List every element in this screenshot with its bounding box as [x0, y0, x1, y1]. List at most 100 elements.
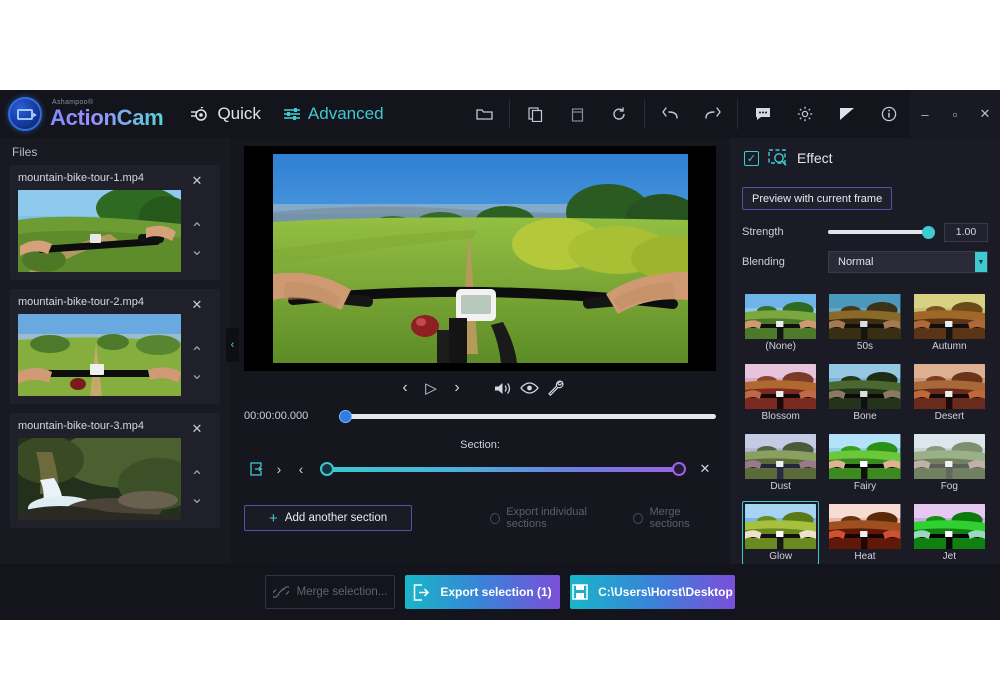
undo-icon[interactable] [654, 98, 686, 130]
move-up-icon[interactable]: ⌃ [190, 343, 203, 363]
redo-icon[interactable] [696, 98, 728, 130]
section-row: › ‹ ✕ [244, 457, 716, 481]
maximize-button[interactable]: ▫ [940, 90, 970, 138]
effect-item-heat[interactable]: Heat [826, 501, 903, 564]
reorder-file-controls[interactable]: ⌃ ⌄ [190, 467, 203, 508]
title-bar: Ashampoo® ActionCam Quick Advanced – ▫ ✕ [0, 90, 1000, 138]
section-start-handle[interactable] [320, 462, 334, 476]
effect-item-blossom[interactable]: Blossom [742, 361, 819, 425]
effect-label: Heat [854, 551, 876, 562]
section-prev-icon[interactable]: ‹ [290, 461, 312, 477]
effect-panel: ✓ Effect Preview with current frame Stre… [730, 138, 1000, 564]
export-icon [414, 583, 430, 601]
next-frame-button[interactable]: › [444, 375, 470, 401]
files-panel-title: Files [12, 145, 38, 159]
save-icon [572, 584, 588, 600]
video-preview[interactable] [244, 146, 716, 371]
contrast-icon[interactable] [831, 98, 863, 130]
sliders-icon [283, 108, 300, 120]
tools-button[interactable] [542, 375, 568, 401]
move-up-icon[interactable]: ⌃ [190, 467, 203, 487]
reorder-file-controls[interactable]: ⌃ ⌄ [190, 219, 203, 260]
close-button[interactable]: ✕ [970, 90, 1000, 138]
effect-thumbnail [913, 434, 985, 479]
option-merge-sections[interactable]: Merge sections [633, 506, 716, 530]
effect-label: Jet [942, 551, 956, 562]
merge-selection-button[interactable]: Merge selection... [265, 575, 395, 609]
preview-frame [272, 154, 688, 363]
section-end-handle[interactable] [672, 462, 686, 476]
reset-icon[interactable] [603, 98, 635, 130]
section-next-icon[interactable]: › [268, 461, 290, 477]
move-down-icon[interactable]: ⌄ [190, 240, 203, 260]
remove-file-button[interactable]: ✕ [192, 298, 203, 311]
effect-item-fairy[interactable]: Fairy [826, 431, 903, 495]
list-item[interactable]: mountain-bike-tour-1.mp4 ✕ ⌃ ⌄ [10, 165, 220, 280]
effect-item-fog[interactable]: Fog [911, 431, 988, 495]
export-selection-button[interactable]: Export selection (1) [405, 575, 560, 609]
chevron-down-icon[interactable]: ▼ [975, 252, 987, 272]
preview-eye-button[interactable] [516, 375, 542, 401]
seek-slider[interactable] [339, 407, 716, 425]
delete-icon[interactable] [561, 98, 593, 130]
effect-preview-icon [768, 149, 787, 166]
blending-row: Blending Normal ▼ [742, 251, 988, 273]
strength-value[interactable]: 1.00 [944, 222, 988, 242]
volume-button[interactable] [490, 375, 516, 401]
list-item[interactable]: mountain-bike-tour-3.mp4 ✕ ⌃ ⌄ [10, 413, 220, 528]
export-selection-label: Export selection (1) [440, 585, 552, 599]
gear-icon[interactable] [789, 98, 821, 130]
feedback-icon[interactable] [747, 98, 779, 130]
destination-folder-button[interactable]: C:\Users\Horst\Desktop [570, 575, 735, 609]
effect-item-dust[interactable]: Dust [742, 431, 819, 495]
effect-item-bone[interactable]: Bone [826, 361, 903, 425]
add-section-label: Add another section [284, 512, 388, 524]
blending-select[interactable]: Normal ▼ [828, 251, 988, 273]
tab-advanced[interactable]: Advanced [283, 104, 384, 124]
move-down-icon[interactable]: ⌄ [190, 364, 203, 384]
effect-item-glow[interactable]: Glow [742, 501, 820, 564]
collapse-files-panel-button[interactable]: ‹ [226, 328, 239, 362]
file-name: mountain-bike-tour-2.mp4 [18, 296, 144, 308]
open-folder-icon[interactable] [468, 98, 500, 130]
minimize-button[interactable]: – [910, 90, 940, 138]
list-item[interactable]: mountain-bike-tour-2.mp4 ✕ ⌃ ⌄ [10, 289, 220, 404]
preview-with-current-frame-button[interactable]: Preview with current frame [742, 187, 893, 210]
file-name: mountain-bike-tour-1.mp4 [18, 172, 144, 184]
effect-enable-checkbox[interactable]: ✓ [744, 150, 759, 166]
move-down-icon[interactable]: ⌄ [190, 488, 203, 508]
remove-section-button[interactable]: ✕ [694, 461, 716, 477]
option-label: Merge sections [649, 506, 690, 530]
toolbar-separator [644, 99, 645, 129]
remove-file-button[interactable]: ✕ [192, 174, 203, 187]
effect-label: (None) [765, 341, 796, 352]
effect-label: Blossom [761, 411, 800, 422]
section-export-icon[interactable] [244, 462, 268, 476]
files-panel: Files mountain-bike-tour-1.mp4 ✕ ⌃ ⌄ mou… [0, 138, 239, 564]
remove-file-button[interactable]: ✕ [192, 422, 203, 435]
seek-handle[interactable] [339, 409, 352, 423]
info-icon[interactable] [873, 98, 905, 130]
effect-item-autumn[interactable]: Autumn [911, 291, 988, 355]
effect-item-50s[interactable]: 50s [826, 291, 903, 355]
strength-handle[interactable] [922, 225, 935, 239]
section-range-slider[interactable] [320, 459, 686, 479]
main-body: Files mountain-bike-tour-1.mp4 ✕ ⌃ ⌄ mou… [0, 138, 1000, 564]
add-another-section-button[interactable]: + Add another section [244, 505, 413, 531]
strength-slider[interactable] [828, 224, 935, 240]
effect-item-none[interactable]: (None) [742, 291, 819, 355]
move-up-icon[interactable]: ⌃ [190, 219, 203, 239]
copy-icon[interactable] [519, 98, 551, 130]
option-export-individual-sections[interactable]: Export individual sections [490, 506, 617, 530]
effect-thumbnail [913, 294, 985, 339]
tab-quick[interactable]: Quick [191, 104, 261, 124]
tab-advanced-label: Advanced [307, 104, 384, 123]
effect-label: Desert [934, 411, 965, 422]
previous-frame-button[interactable]: ‹ [392, 375, 418, 401]
effect-label: Autumn [932, 341, 967, 352]
effect-item-jet[interactable]: Jet [911, 501, 988, 564]
effect-thumbnail [829, 504, 901, 549]
reorder-file-controls[interactable]: ⌃ ⌄ [190, 343, 203, 384]
play-button[interactable]: ▷ [418, 375, 444, 401]
effect-item-desert[interactable]: Desert [911, 361, 988, 425]
